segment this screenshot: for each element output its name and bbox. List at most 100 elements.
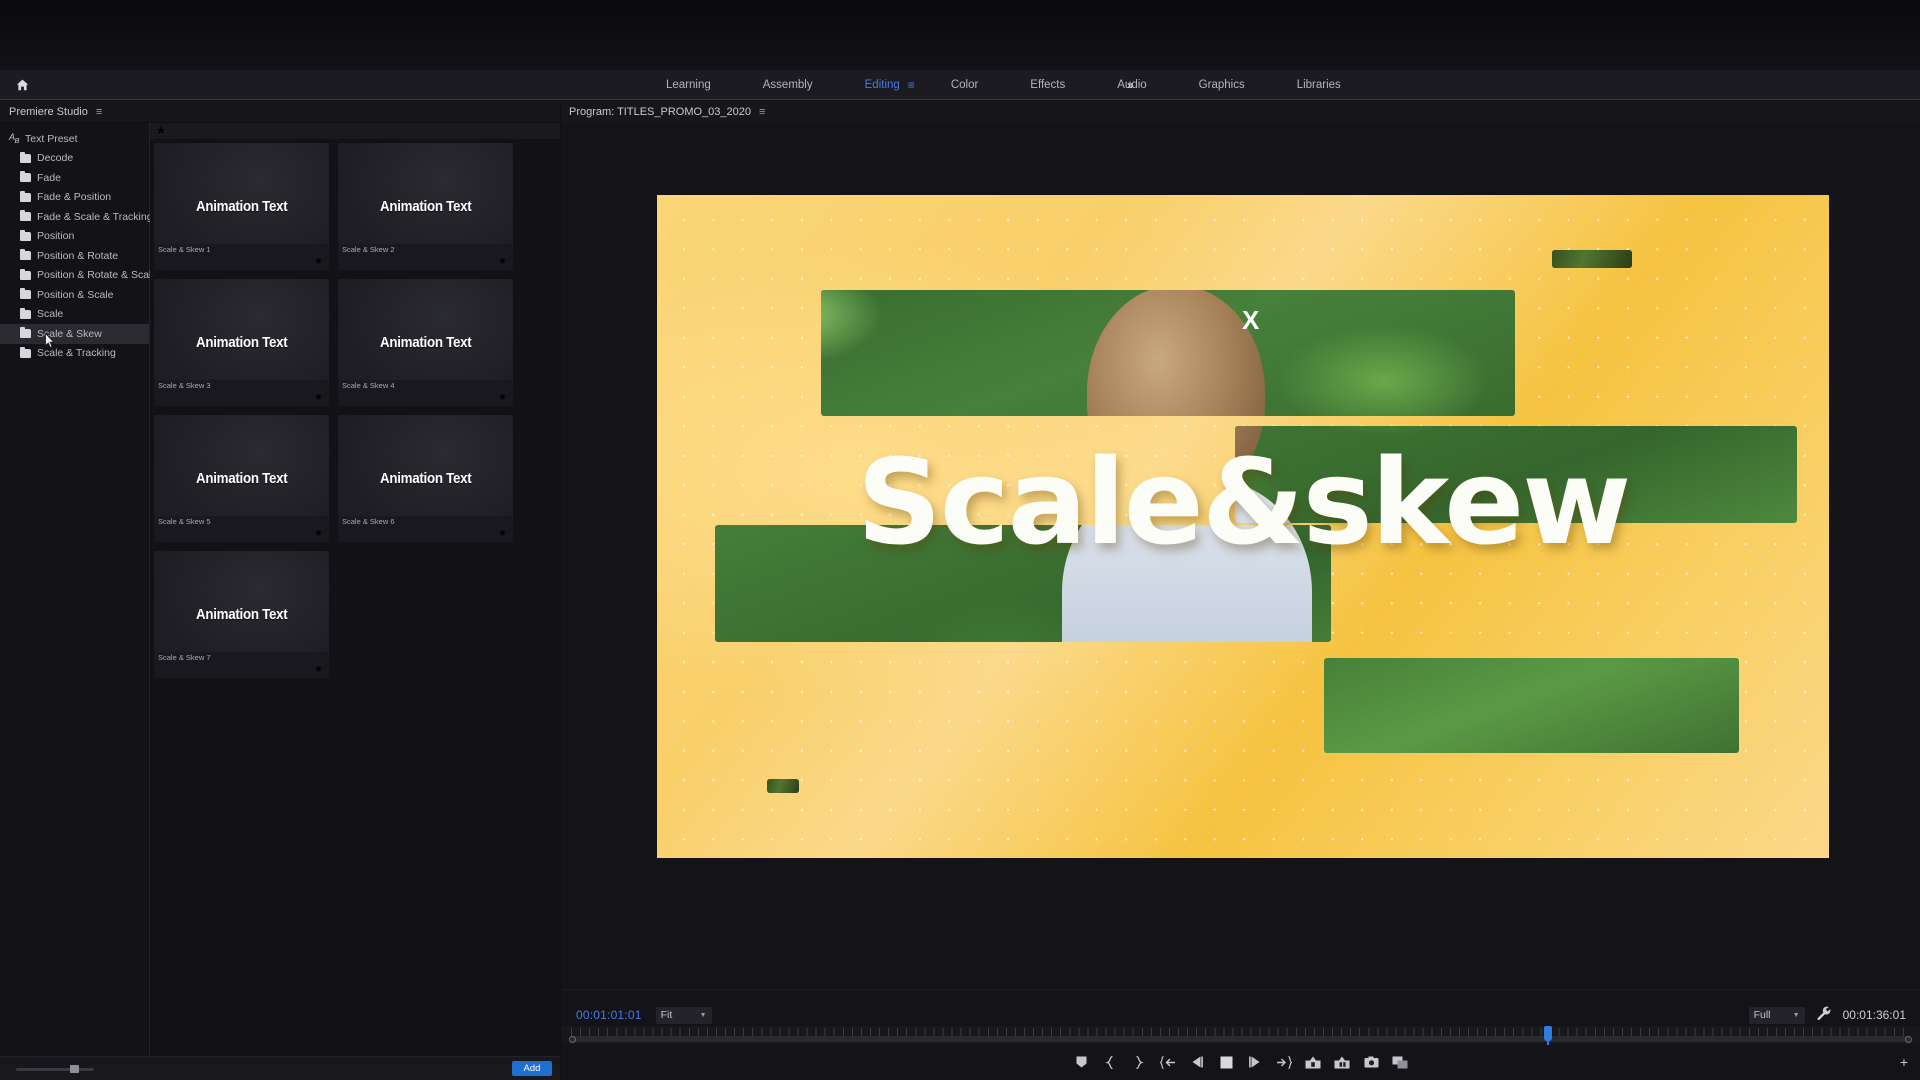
tree-item-position-rotate-scale[interactable]: Position & Rotate & Scale	[0, 266, 157, 286]
star-icon[interactable]: ★	[314, 393, 323, 403]
play-stop-button[interactable]	[1212, 1044, 1241, 1080]
playback-resolution-dropdown[interactable]: Full ▼	[1748, 1006, 1805, 1024]
tab-assembly[interactable]: Assembly	[737, 70, 839, 100]
card-preview-text: Animation Text	[379, 470, 472, 487]
star-icon[interactable]: ★	[314, 665, 323, 675]
preset-card[interactable]: Animation Text Scale & Skew 7 ★	[154, 551, 329, 678]
ruler-track[interactable]	[571, 1036, 1910, 1042]
star-icon[interactable]: ★	[498, 393, 507, 403]
tree-item-label: Position	[37, 230, 75, 243]
tree-item-label: Position & Rotate	[37, 249, 119, 262]
thumbnail-size-slider-handle[interactable]	[70, 1065, 79, 1073]
star-icon[interactable]: ★	[498, 257, 507, 267]
video-preview[interactable]: X Scale&skew	[657, 195, 1829, 858]
transport-right-group: Full ▼ 00:01:36:01	[1748, 1006, 1906, 1025]
tree-item-scale-tracking[interactable]: Scale & Tracking	[0, 344, 149, 364]
tree-item-label: Decode	[37, 152, 74, 165]
step-forward-icon	[1248, 1056, 1262, 1068]
lift-button[interactable]	[1299, 1044, 1328, 1080]
x-watermark: X	[1242, 305, 1260, 335]
wrench-icon[interactable]	[1817, 1006, 1831, 1025]
panel-divider	[561, 989, 1920, 990]
thumbnail-size-slider[interactable]	[16, 1068, 94, 1071]
in-point-handle[interactable]	[569, 1036, 576, 1043]
tree-item-fade[interactable]: Fade	[0, 168, 149, 188]
workspace-overflow-button[interactable]: »	[1127, 70, 1134, 100]
card-preview-text: Animation Text	[379, 334, 472, 351]
folder-icon	[20, 249, 31, 261]
tree-scroll: AB Text Preset Decode Fade Fade & Positi…	[0, 123, 157, 364]
workspace-options-icon[interactable]: ≡	[908, 70, 925, 100]
total-duration-timecode[interactable]: 00:01:36:01	[1843, 1008, 1906, 1022]
tree-item-position[interactable]: Position	[0, 227, 149, 247]
mark-out-button[interactable]	[1125, 1044, 1154, 1080]
button-editor-plus[interactable]: +	[1900, 1054, 1908, 1070]
tab-graphics[interactable]: Graphics	[1173, 70, 1271, 100]
figure-head	[1087, 290, 1265, 416]
tree-root-label: Text Preset	[25, 132, 78, 145]
reveal-band-4	[1324, 658, 1739, 753]
transport-timecode-bar: 00:01:01:01 Fit ▼ Full ▼ 00:01:36:01	[561, 1002, 1920, 1028]
star-icon[interactable]: ★	[314, 529, 323, 539]
transport-left-group: 00:01:01:01 Fit ▼	[576, 1006, 712, 1024]
program-monitor-menu-icon[interactable]: ≡	[759, 106, 765, 118]
tree-item-fade-scale-tracking[interactable]: Fade & Scale & Tracking	[0, 207, 153, 227]
home-button[interactable]	[0, 70, 44, 100]
preset-card[interactable]: Animation Text Scale & Skew 4 ★	[338, 279, 513, 406]
go-to-out-button[interactable]	[1270, 1044, 1299, 1080]
step-back-button[interactable]	[1183, 1044, 1212, 1080]
comparison-view-button[interactable]	[1386, 1044, 1415, 1080]
tree-item-position-rotate[interactable]: Position & Rotate	[0, 246, 149, 266]
photo-jungle	[1324, 658, 1739, 753]
out-point-handle[interactable]	[1905, 1036, 1912, 1043]
card-preview-text: Animation Text	[195, 198, 288, 215]
playhead[interactable]	[1544, 1026, 1553, 1045]
zoom-level-dropdown[interactable]: Fit ▼	[655, 1006, 712, 1024]
program-monitor-stage: X Scale&skew	[561, 123, 1920, 1003]
tree-item-scale[interactable]: Scale	[0, 305, 149, 325]
folder-icon	[20, 346, 31, 358]
folder-icon	[20, 327, 31, 339]
preset-card-list: Animation Text Scale & Skew 1 ★ Animatio…	[150, 139, 550, 678]
preset-card[interactable]: Animation Text Scale & Skew 2 ★	[338, 143, 513, 270]
star-icon[interactable]: ★	[498, 529, 507, 539]
brace-left-icon	[1105, 1055, 1115, 1069]
export-frame-button[interactable]	[1357, 1044, 1386, 1080]
tree-root-text-preset[interactable]: AB Text Preset	[0, 129, 149, 149]
folder-icon	[20, 288, 31, 300]
preset-card[interactable]: Animation Text Scale & Skew 3 ★	[154, 279, 329, 406]
tree-item-fade-position[interactable]: Fade & Position	[0, 188, 149, 208]
program-time-ruler[interactable]	[561, 1026, 1920, 1045]
preset-card[interactable]: Animation Text Scale & Skew 1 ★	[154, 143, 329, 270]
tab-effects[interactable]: Effects	[1004, 70, 1091, 100]
tab-color[interactable]: Color	[925, 70, 1004, 100]
current-timecode[interactable]: 00:01:01:01	[576, 1008, 642, 1022]
preset-card[interactable]: Animation Text Scale & Skew 6 ★	[338, 415, 513, 542]
star-icon[interactable]: ★	[156, 125, 166, 137]
add-marker-button[interactable]	[1067, 1044, 1096, 1080]
chevron-down-icon: ▼	[1792, 1011, 1800, 1019]
extract-button[interactable]	[1328, 1044, 1357, 1080]
add-button[interactable]: Add	[512, 1061, 552, 1076]
mark-in-button[interactable]	[1096, 1044, 1125, 1080]
lift-icon	[1305, 1056, 1321, 1069]
folder-icon	[20, 268, 31, 280]
tree-item-position-scale[interactable]: Position & Scale	[0, 285, 149, 305]
go-to-in-button[interactable]	[1154, 1044, 1183, 1080]
star-icon[interactable]: ★	[314, 257, 323, 267]
panel-menu-icon[interactable]: ≡	[96, 106, 102, 118]
reveal-band-1	[821, 290, 1515, 416]
card-label: Scale & Skew 6	[342, 517, 395, 526]
preset-category-tree: AB Text Preset Decode Fade Fade & Positi…	[0, 123, 157, 1078]
tab-libraries[interactable]: Libraries	[1271, 70, 1367, 100]
step-forward-button[interactable]	[1241, 1044, 1270, 1080]
tree-item-scale-skew[interactable]: Scale & Skew	[0, 324, 149, 348]
tree-item-label: Fade	[37, 171, 61, 184]
preset-card[interactable]: Animation Text Scale & Skew 5 ★	[154, 415, 329, 542]
panel-title: Premiere Studio	[9, 105, 88, 118]
title-bar	[0, 0, 1920, 70]
tree-item-decode[interactable]: Decode	[0, 149, 149, 169]
tab-learning[interactable]: Learning	[640, 70, 737, 100]
extract-icon	[1334, 1056, 1350, 1069]
card-label: Scale & Skew 2	[342, 245, 395, 254]
